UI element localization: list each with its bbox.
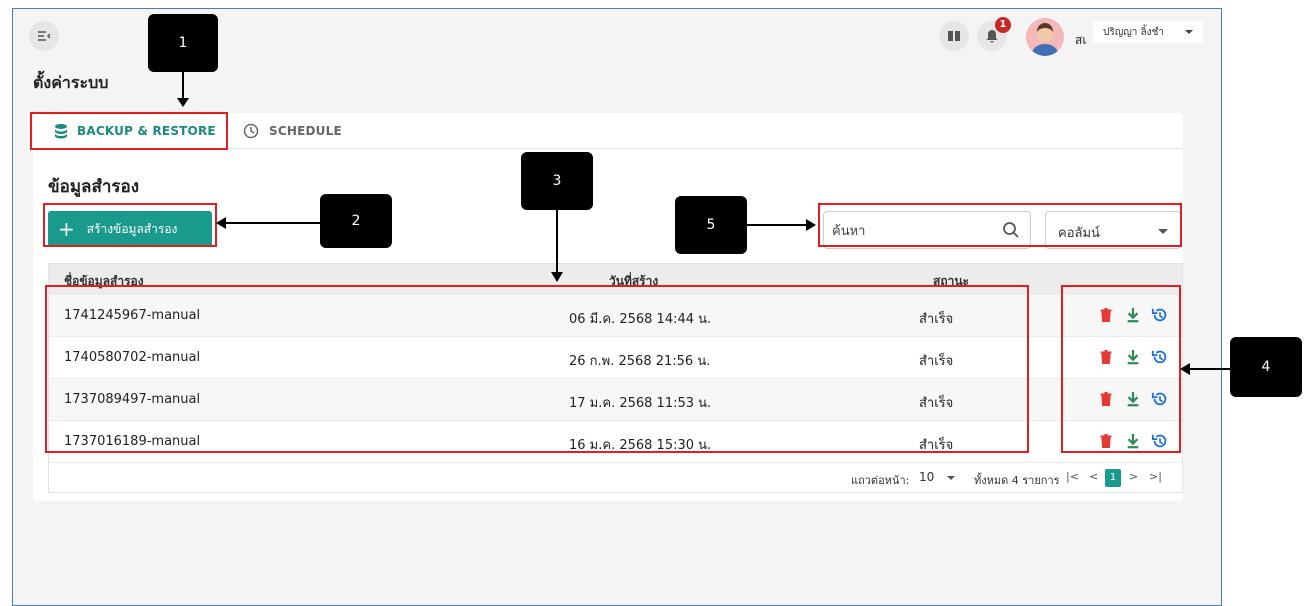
tab-schedule-label: SCHEDULE (269, 124, 342, 138)
user-dropdown[interactable]: ปริญญา ลิ้งชำ (1093, 21, 1203, 43)
callout-1-arrowhead (177, 98, 189, 107)
chevron-down-icon (1185, 30, 1193, 34)
rows-per-page-select[interactable]: 10 (919, 470, 934, 484)
callout-4-arrow (1190, 368, 1230, 370)
avatar-image (1031, 23, 1059, 56)
callout-5-arrowhead (806, 219, 816, 231)
page-title: ตั้งค่าระบบ (33, 73, 109, 92)
menu-collapse-icon (38, 31, 51, 41)
callout-3-arrow (556, 210, 558, 276)
current-page-button[interactable]: 1 (1105, 469, 1121, 487)
app-window: 1 สเ ปริญญา ลิ้งชำ ตั้งค่าระบบ BACKUP & … (12, 8, 1222, 606)
last-page-button[interactable]: >| (1149, 470, 1162, 483)
callout-3-arrowhead (551, 272, 563, 282)
section-title: ข้อมูลสำรอง (48, 177, 140, 197)
highlight-box-3 (45, 285, 1029, 453)
callout-2-arrow (226, 222, 320, 224)
highlight-box-4 (1061, 285, 1181, 453)
prev-page-button[interactable]: < (1089, 470, 1098, 483)
callout-2-arrowhead (216, 217, 226, 229)
user-dropdown-label: ปริญญา ลิ้งชำ (1103, 26, 1164, 38)
next-page-button[interactable]: > (1129, 470, 1138, 483)
book-icon (948, 31, 960, 41)
clock-icon (243, 123, 259, 139)
tab-schedule[interactable]: SCHEDULE (243, 113, 342, 149)
callout-3: 3 (521, 152, 593, 210)
callout-4-arrowhead (1180, 363, 1190, 375)
notification-badge: 1 (995, 17, 1011, 33)
highlight-box-5 (818, 203, 1182, 247)
callout-1: 1 (148, 14, 218, 72)
table-pagination: แถวต่อหน้า: 10 ทั้งหมด 4 รายการ |< < 1 >… (49, 462, 1182, 492)
first-page-button[interactable]: |< (1066, 470, 1079, 483)
callout-5-arrow (747, 224, 807, 226)
avatar[interactable] (1026, 18, 1064, 56)
highlight-box-1 (30, 112, 228, 150)
callout-2: 2 (320, 194, 392, 248)
user-name-truncated: สเ (1075, 33, 1087, 47)
highlight-box-2 (43, 203, 217, 247)
callout-4: 4 (1230, 337, 1302, 397)
menu-collapse-button[interactable] (29, 21, 59, 51)
chevron-down-icon[interactable] (947, 476, 955, 480)
rows-per-page-label: แถวต่อหน้า: (851, 474, 910, 487)
total-records: ทั้งหมด 4 รายการ (974, 474, 1060, 487)
callout-5: 5 (675, 196, 747, 254)
manual-button[interactable] (939, 21, 969, 51)
